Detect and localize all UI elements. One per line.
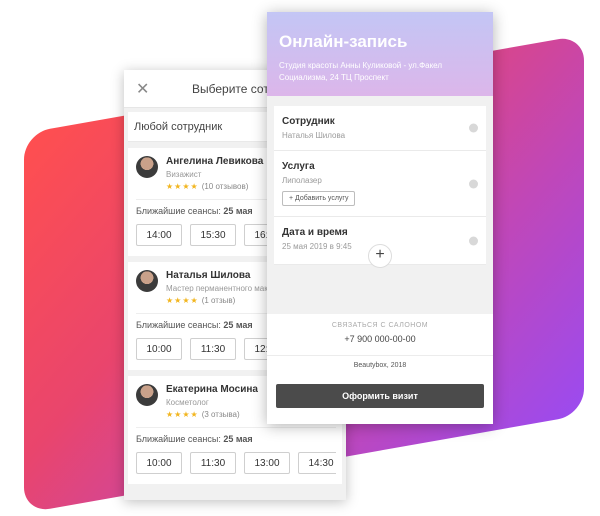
star-icon: ★★★★: [166, 296, 199, 305]
employee-rating: ★★★★ (3 отзыва): [166, 410, 258, 419]
sessions-date: 25 мая: [223, 206, 253, 216]
sessions-label: Ближайшие сеансы: 25 мая: [136, 434, 253, 444]
step-value: Наталья Шилова: [282, 131, 346, 140]
divider: [136, 427, 336, 428]
employee-rating: ★★★★ (10 отзывов): [166, 182, 263, 191]
time-slot-button[interactable]: 11:30: [190, 452, 236, 474]
add-service-button[interactable]: + Добавить услугу: [282, 191, 356, 206]
employee-name: Ангелина Левикова: [166, 156, 264, 167]
booking-title: Онлайн-запись: [279, 32, 408, 51]
time-slot-button[interactable]: 11:30: [190, 338, 236, 360]
step-title: Сотрудник: [282, 116, 335, 127]
booking-steps-area: Сотрудник Наталья Шилова Услуга Липолазе…: [267, 96, 493, 314]
review-count: (1 отзыв): [201, 296, 236, 305]
employee-name: Екатерина Мосина: [166, 384, 258, 395]
contact-section: СВЯЗАТЬСЯ С САЛОНОМ +7 900 000-00-00: [267, 314, 493, 356]
sessions-date: 25 мая: [223, 434, 253, 444]
step-employee[interactable]: Сотрудник Наталья Шилова: [274, 106, 486, 151]
avatar: [136, 156, 158, 178]
avatar: [136, 270, 158, 292]
add-step-button[interactable]: +: [368, 244, 392, 268]
time-slots: 10:00 11:30 13:00 14:30: [136, 452, 336, 474]
copyright: Beautybox, 2018: [353, 362, 407, 369]
review-count: (10 отзывов): [201, 182, 249, 191]
step-title: Дата и время: [282, 227, 348, 238]
submit-booking-button[interactable]: Оформить визит: [276, 384, 484, 408]
sessions-date: 25 мая: [223, 320, 253, 330]
booking-header: Онлайн-запись Студия красоты Анны Кулико…: [267, 12, 493, 96]
time-slot-button[interactable]: 14:00: [136, 224, 182, 246]
salon-address: Студия красоты Анны Куликовой - ул.Факел…: [279, 61, 443, 82]
step-service[interactable]: Услуга Липолазер + Добавить услугу: [274, 151, 486, 217]
time-slot-button[interactable]: 14:30: [298, 452, 336, 474]
close-icon[interactable]: ✕: [136, 79, 156, 99]
time-slot-button[interactable]: 13:00: [244, 452, 290, 474]
booking-steps: Сотрудник Наталья Шилова Услуга Липолазе…: [274, 106, 486, 265]
contact-phone-link[interactable]: +7 900 000-00-00: [267, 334, 493, 344]
employee-role: Косметолог: [166, 398, 209, 407]
star-icon: ★★★★: [166, 182, 199, 191]
review-count: (3 отзыва): [201, 410, 240, 419]
step-title: Услуга: [282, 161, 315, 172]
employee-role: Визажист: [166, 170, 202, 179]
star-icon: ★★★★: [166, 410, 199, 419]
step-value: Липолазер: [282, 176, 322, 185]
status-dot-icon: [469, 236, 478, 245]
status-dot-icon: [469, 123, 478, 133]
status-dot-icon: [469, 179, 478, 188]
time-slot-button[interactable]: 10:00: [136, 452, 182, 474]
contact-label: СВЯЗАТЬСЯ С САЛОНОМ: [331, 322, 429, 329]
avatar: [136, 384, 158, 406]
time-slot-button[interactable]: 15:30: [190, 224, 236, 246]
booking-panel: Онлайн-запись Студия красоты Анны Кулико…: [267, 12, 493, 424]
time-slot-button[interactable]: 10:00: [136, 338, 182, 360]
